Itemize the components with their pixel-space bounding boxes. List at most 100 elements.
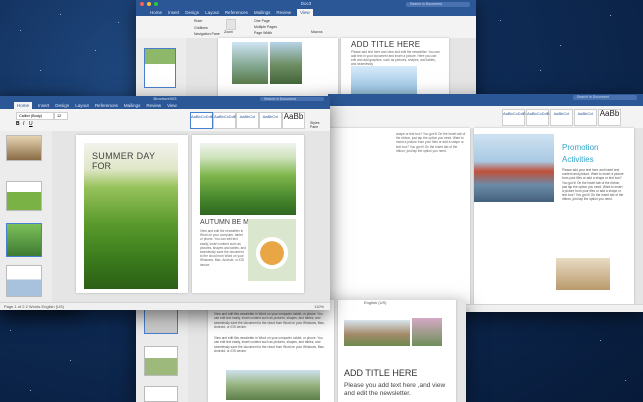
page-thumbnail-3[interactable] <box>6 223 42 257</box>
style-heading-2[interactable]: AaBbCcI <box>259 112 282 129</box>
macros-button[interactable]: Macros <box>311 30 322 34</box>
styles-ribbon: AaBbCcDdEe AaBbCcDdEe AaBbCcI AaBbCcI Aa… <box>328 106 643 129</box>
font-name-select[interactable]: Calibri (Body) <box>16 112 54 120</box>
style-no-spacing[interactable]: AaBbCcDdEe <box>526 109 552 126</box>
search-input[interactable]: Search in Document <box>406 1 470 7</box>
left-body-text: shape or text box? You got it! On the In… <box>396 132 466 153</box>
page-thumbnail-3[interactable] <box>144 386 178 402</box>
style-normal[interactable]: AaBbCcDdEe <box>502 109 528 126</box>
tab-home[interactable]: Home <box>14 102 33 109</box>
zoom-label: Zoom <box>224 30 233 34</box>
italic-button[interactable]: I <box>23 121 24 127</box>
thumbnail-pane <box>0 131 52 302</box>
tab-references[interactable]: References <box>95 102 118 109</box>
page2-body-text: View and edit the newsletter in Word on … <box>200 229 246 267</box>
tab-mailings[interactable]: Mailings <box>254 9 271 16</box>
page2-heading: AUTUMN BE ME <box>200 219 254 226</box>
right-document-window[interactable]: Search in Document AaBbCcDdEe AaBbCcDdEe… <box>328 94 643 312</box>
book-photo <box>556 258 610 290</box>
page-thumbnail[interactable] <box>144 48 176 88</box>
page-thumbnail-1[interactable] <box>144 306 178 334</box>
tab-references[interactable]: References <box>225 9 248 16</box>
gridlines-checkbox[interactable]: Gridlines <box>194 26 208 30</box>
tab-view[interactable]: View <box>167 102 177 109</box>
font-size-select[interactable]: 12 <box>54 112 68 120</box>
intro-text-2: View and edit this newsletter in Word on… <box>214 336 325 353</box>
search-input[interactable]: Search in Document <box>573 94 637 100</box>
zoom-button[interactable] <box>226 19 236 30</box>
tea-cup-photo <box>248 219 296 281</box>
tab-layout[interactable]: Layout <box>75 102 89 109</box>
church-photo <box>232 42 268 84</box>
newsletter-subtext: Please you add text here ,and view and e… <box>344 382 446 397</box>
tab-home[interactable]: Home <box>150 9 162 16</box>
bold-button[interactable]: B <box>16 121 20 127</box>
thumbnail-pane <box>136 300 188 402</box>
tab-design[interactable]: Design <box>185 9 199 16</box>
style-heading-1[interactable]: AaBbCcI <box>550 109 573 126</box>
document-page-left: shape or text box? You got it! On the In… <box>328 128 470 304</box>
tab-insert[interactable]: Insert <box>168 9 179 16</box>
newsletter-heading: ADD TITLE HERE <box>344 368 418 378</box>
front-document-window[interactable]: Brochure003 Search in Document Home Inse… <box>0 96 330 310</box>
view-ribbon: Ruler Gridlines Navigation Pane Zoom One… <box>136 16 476 39</box>
status-bar: Page 1 of 2 2 Words English (US) 110% <box>0 302 330 310</box>
page-thumbnail-1[interactable] <box>6 135 42 161</box>
zoom-level: 110% <box>314 304 324 309</box>
golden-gate-photo <box>474 134 554 202</box>
tab-insert[interactable]: Insert <box>38 102 49 109</box>
ruler-checkbox[interactable]: Ruler <box>194 19 202 23</box>
underline-button[interactable]: U <box>29 121 33 127</box>
home-ribbon: Calibri (Body) 12 B I U AaBbCcDdEe AaBbC… <box>0 109 330 132</box>
page-width-button[interactable]: Page Width <box>254 31 272 35</box>
page1-heading-line1: SUMMER DAY <box>92 151 156 161</box>
document-page-right: ADD TITLE HERE Please you add text here … <box>338 300 456 402</box>
title-bar[interactable]: Search in Document <box>328 94 643 100</box>
page-thumbnail-2[interactable] <box>144 346 178 376</box>
style-no-spacing[interactable]: AaBbCcDdEe <box>213 112 239 129</box>
ribbon-tabs: Home Insert Design Layout References Mai… <box>0 102 330 109</box>
styles-pane-button[interactable]: Styles Pane <box>310 121 326 129</box>
green-hills-photo <box>200 143 296 215</box>
bottom-status-language: English (US) <box>364 300 387 305</box>
landscape-photo <box>226 370 320 400</box>
bottom-document-window[interactable]: View and edit this newsletter in Word on… <box>136 300 466 402</box>
page-heading: ADD TITLE HERE <box>351 40 421 49</box>
village-photo <box>270 42 302 84</box>
one-page-button[interactable]: One Page <box>254 19 270 23</box>
brochure-page-2: AUTUMN BE ME View and edit the newslette… <box>192 135 304 293</box>
document-page-right: Promotion Activities Please add your tex… <box>474 128 634 304</box>
search-input[interactable]: Search in Document <box>260 96 324 101</box>
tab-mailings[interactable]: Mailings <box>124 102 141 109</box>
page-body-text: Please add text here and view and edit t… <box>351 50 440 66</box>
title-bar[interactable]: Doc3 Search in Document <box>136 0 476 9</box>
page1-heading-line2: FOR <box>92 161 111 171</box>
promotion-body-text: Please add your text here and insert tex… <box>562 168 624 202</box>
tab-design[interactable]: Design <box>55 102 69 109</box>
title-bar[interactable]: Brochure003 Search in Document <box>0 96 330 102</box>
garden-photo <box>412 318 442 346</box>
status-left: Page 1 of 2 2 Words English (US) <box>4 304 64 309</box>
style-heading-2[interactable]: AaBbCcI <box>574 109 597 126</box>
style-heading-1[interactable]: AaBbCcI <box>236 112 259 129</box>
style-title[interactable]: AaBb <box>282 112 305 129</box>
document-canvas[interactable]: shape or text box? You got it! On the In… <box>328 128 643 304</box>
style-title[interactable]: AaBb <box>598 109 621 126</box>
ribbon-tabs: Home Insert Design Layout References Mai… <box>136 9 476 16</box>
tab-layout[interactable]: Layout <box>205 9 219 16</box>
brochure-page-1: SUMMER DAY FOR <box>76 135 188 293</box>
multiple-pages-button[interactable]: Multiple Pages <box>254 25 277 29</box>
style-normal[interactable]: AaBbCcDdEe <box>190 112 216 129</box>
tab-review[interactable]: Review <box>276 9 291 16</box>
tab-view[interactable]: View <box>297 9 313 16</box>
document-canvas[interactable]: SUMMER DAY FOR AUTUMN BE ME View and edi… <box>0 131 330 302</box>
house-photo <box>344 320 410 346</box>
document-page-left: View and edit this newsletter in Word on… <box>208 300 334 402</box>
document-canvas[interactable]: View and edit this newsletter in Word on… <box>136 300 466 402</box>
page-thumbnail-2[interactable] <box>6 181 42 211</box>
promotion-heading: Promotion Activities <box>562 143 599 164</box>
page-thumbnail-4[interactable] <box>6 265 42 297</box>
navigation-pane-checkbox[interactable]: Navigation Pane <box>194 32 220 36</box>
intro-text: View and edit this newsletter in Word on… <box>214 312 325 329</box>
tab-review[interactable]: Review <box>146 102 161 109</box>
